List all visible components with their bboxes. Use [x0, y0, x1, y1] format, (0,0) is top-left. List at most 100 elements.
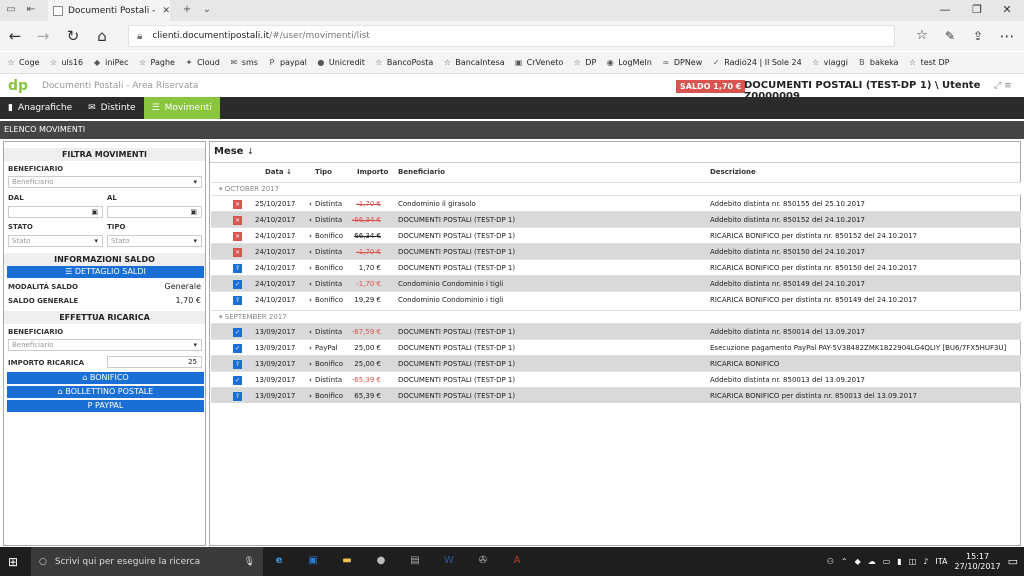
file-explorer-icon[interactable]: ▬ — [338, 553, 356, 569]
table-row[interactable]: ✕ 24/10/2017 ‹ Distinta -66,34 € DOCUMENTI PO… — [211, 211, 1021, 227]
more-menu-icon[interactable]: ⋯ — [997, 27, 1017, 45]
language-indicator[interactable]: ITA — [935, 557, 947, 566]
share-icon[interactable]: ⇪ — [968, 27, 988, 45]
calendar-icon[interactable]: ▣ — [190, 207, 197, 217]
table-row[interactable]: ? 24/10/2017 › Bonifico 1,70 € DOCUMENTI POST… — [211, 259, 1021, 275]
favorite-item[interactable]: ✉ sms — [229, 58, 258, 68]
tab-list-chevron-icon[interactable]: ⌄ — [200, 4, 214, 15]
app-tool-icon[interactable]: ✇ — [474, 553, 492, 569]
paypal-button[interactable]: P PAYPAL — [7, 400, 204, 412]
expand-icon[interactable]: ⤢ — [994, 81, 1001, 91]
favorite-item[interactable]: ▣ CrVeneto — [514, 58, 563, 68]
network-icon[interactable]: ◫ — [909, 557, 917, 566]
group-header[interactable]: ▾ SEPTEMBER 2017 — [211, 310, 1021, 322]
group-header[interactable]: ▾ OCTOBER 2017 — [211, 182, 1021, 194]
col-tipo[interactable]: Tipo — [315, 168, 332, 176]
set-aside-tabs-icon[interactable]: ⇤ — [24, 4, 38, 15]
col-importo[interactable]: Importo — [357, 168, 388, 176]
calendar-icon[interactable]: ▣ — [91, 207, 98, 217]
browser-tab[interactable]: Documenti Postali - Are ✕ — [48, 0, 170, 21]
tipo-select[interactable]: Stato ▾ — [107, 235, 202, 247]
minimize-icon[interactable]: — — [935, 3, 955, 16]
favorite-item[interactable]: Bbakeka — [857, 58, 898, 68]
nav-anagrafiche[interactable]: ▮ Anagrafiche — [0, 97, 80, 119]
beneficiario-select[interactable]: Beneficiario ▾ — [8, 176, 202, 188]
favorite-item[interactable]: ◉ LogMeIn — [605, 58, 652, 68]
back-icon[interactable]: ← — [5, 27, 25, 45]
volume-icon[interactable]: ♪ — [923, 557, 928, 566]
col-beneficiario[interactable]: Beneficiario — [398, 168, 445, 176]
table-row[interactable]: ✕ 24/10/2017 ‹ Distinta -1,70 € DOCUMENTI POS… — [211, 243, 1021, 259]
dropbox-icon[interactable]: ◆ — [855, 557, 861, 566]
outlook-icon[interactable]: ▣ — [304, 553, 322, 569]
group-by-mese[interactable]: Mese ↓ — [214, 146, 254, 157]
col-descrizione[interactable]: Descrizione — [710, 168, 756, 176]
favorite-item[interactable]: ✓ Radio24 | Il Sole 24 — [711, 58, 802, 68]
expand-icons[interactable]: ⤢ ≡ — [994, 81, 1012, 91]
app-icon[interactable]: ● — [372, 553, 390, 569]
favorite-item[interactable]: ☆ BancaIntesa — [442, 58, 505, 68]
notifications-icon[interactable]: ▭ — [1008, 555, 1018, 568]
cell-descrizione: Addebito distinta nr. 850155 del 25.10.2… — [710, 200, 865, 208]
people-icon[interactable]: ⚇ — [827, 557, 834, 566]
bonifico-button[interactable]: ⌂ BONIFICO — [7, 372, 204, 384]
hamburger-icon[interactable]: ≡ — [1004, 81, 1012, 91]
windows-start-icon[interactable]: ⊞ — [8, 555, 18, 569]
table-row[interactable]: ? 24/10/2017 › Bonifico 19,29 € Condominio Co… — [211, 291, 1021, 307]
microphone-icon[interactable]: 🎙︎ — [244, 557, 255, 567]
favorites-hub-icon[interactable]: ☆ — [912, 27, 932, 45]
url-field[interactable]: 🔒︎ clienti.documentipostali.it/#/user/mo… — [128, 25, 895, 47]
clock[interactable]: 15:17 27/10/2017 — [954, 552, 1000, 572]
battery-icon[interactable]: ▮ — [897, 557, 901, 566]
chevron-up-icon[interactable]: ⌃ — [841, 557, 848, 566]
close-window-icon[interactable]: ✕ — [997, 3, 1017, 16]
favorite-item[interactable]: ☆ test DP — [908, 58, 949, 68]
favorite-item[interactable]: ✦ Cloud — [184, 58, 220, 68]
web-note-icon[interactable]: ✎ — [940, 27, 960, 45]
ricarica-beneficiario-select[interactable]: Beneficiario ▾ — [8, 339, 202, 351]
favorite-item[interactable]: ☆ Paghe — [138, 58, 175, 68]
table-row[interactable]: ? 13/09/2017 › Bonifico 25,00 € DOCUMENTI POS… — [211, 355, 1021, 371]
dal-date-input[interactable]: ▣ — [8, 206, 103, 218]
refresh-icon[interactable]: ↻ — [63, 27, 83, 45]
table-row[interactable]: ✓ 13/09/2017 ‹ Distinta -65,39 € DOCUMENTI PO… — [211, 371, 1021, 387]
dettaglio-saldi-button[interactable]: ☰ DETTAGLIO SALDI — [7, 266, 204, 278]
favorite-item[interactable]: ☆ viaggi — [811, 58, 848, 68]
table-row[interactable]: ? 13/09/2017 › Bonifico 65,39 € DOCUMENTI POS… — [211, 387, 1021, 403]
stato-select[interactable]: Stato ▾ — [8, 235, 103, 247]
favorite-item[interactable]: ∞ DPNew — [661, 58, 702, 68]
favorite-item[interactable]: ☆ Coge — [6, 58, 39, 68]
importo-input[interactable]: 25 — [107, 356, 202, 368]
col-data[interactable]: Data ↓ — [265, 168, 292, 176]
nav-distinte[interactable]: ✉ Distinte — [80, 97, 143, 119]
app-window-icon[interactable]: ▤ — [406, 553, 424, 569]
maximize-icon[interactable]: ❐ — [967, 3, 987, 16]
cell-data: 24/10/2017 — [255, 280, 296, 288]
favorite-item[interactable]: ● Unicredit — [316, 58, 365, 68]
table-row[interactable]: ✓ 24/10/2017 ‹ Distinta -1,70 € Condominio Co… — [211, 275, 1021, 291]
favorite-item[interactable]: ☆ BancoPosta — [374, 58, 433, 68]
favorite-item[interactable]: Ppaypal — [267, 58, 307, 68]
table-row[interactable]: ✕ 24/10/2017 › Bonifico 66,34 € DOCUMENTI POS… — [211, 227, 1021, 243]
dp-logo[interactable]: dp — [8, 79, 34, 93]
forward-icon[interactable]: → — [33, 27, 53, 45]
taskbar-search[interactable]: ○ Scrivi qui per eseguire la ricerca 🎙︎ — [31, 547, 263, 576]
edge-icon[interactable]: e — [270, 553, 288, 569]
table-row[interactable]: ✓ 13/09/2017 ‹ Distinta -67,59 € DOCUMENTI PO… — [211, 323, 1021, 339]
nav-movimenti[interactable]: ☰ Movimenti — [143, 97, 220, 119]
close-tab-icon[interactable]: ✕ — [162, 6, 170, 16]
access-icon[interactable]: A — [508, 553, 526, 569]
favorite-item[interactable]: ◆ iniPec — [92, 58, 128, 68]
new-tab-icon[interactable]: + — [180, 4, 194, 15]
home-icon[interactable]: ⌂ — [92, 27, 112, 45]
cloud-icon[interactable]: ☁ — [868, 557, 876, 566]
word-icon[interactable]: W — [440, 553, 458, 569]
table-row[interactable]: ✓ 13/09/2017 › PayPal 25,00 € DOCUMENTI POSTA… — [211, 339, 1021, 355]
bollettino-button[interactable]: ⌂ BOLLETTINO POSTALE — [7, 386, 204, 398]
tab-preview-icon[interactable]: ▭ — [4, 4, 18, 15]
favorite-item[interactable]: ☆ DP — [572, 58, 597, 68]
favorite-item[interactable]: ☆ uls16 — [48, 58, 83, 68]
tray-app-icon[interactable]: ▭ — [883, 557, 891, 566]
al-date-input[interactable]: ▣ — [107, 206, 202, 218]
table-row[interactable]: ✕ 25/10/2017 ‹ Distinta -1,70 € Condominio il… — [211, 195, 1021, 211]
